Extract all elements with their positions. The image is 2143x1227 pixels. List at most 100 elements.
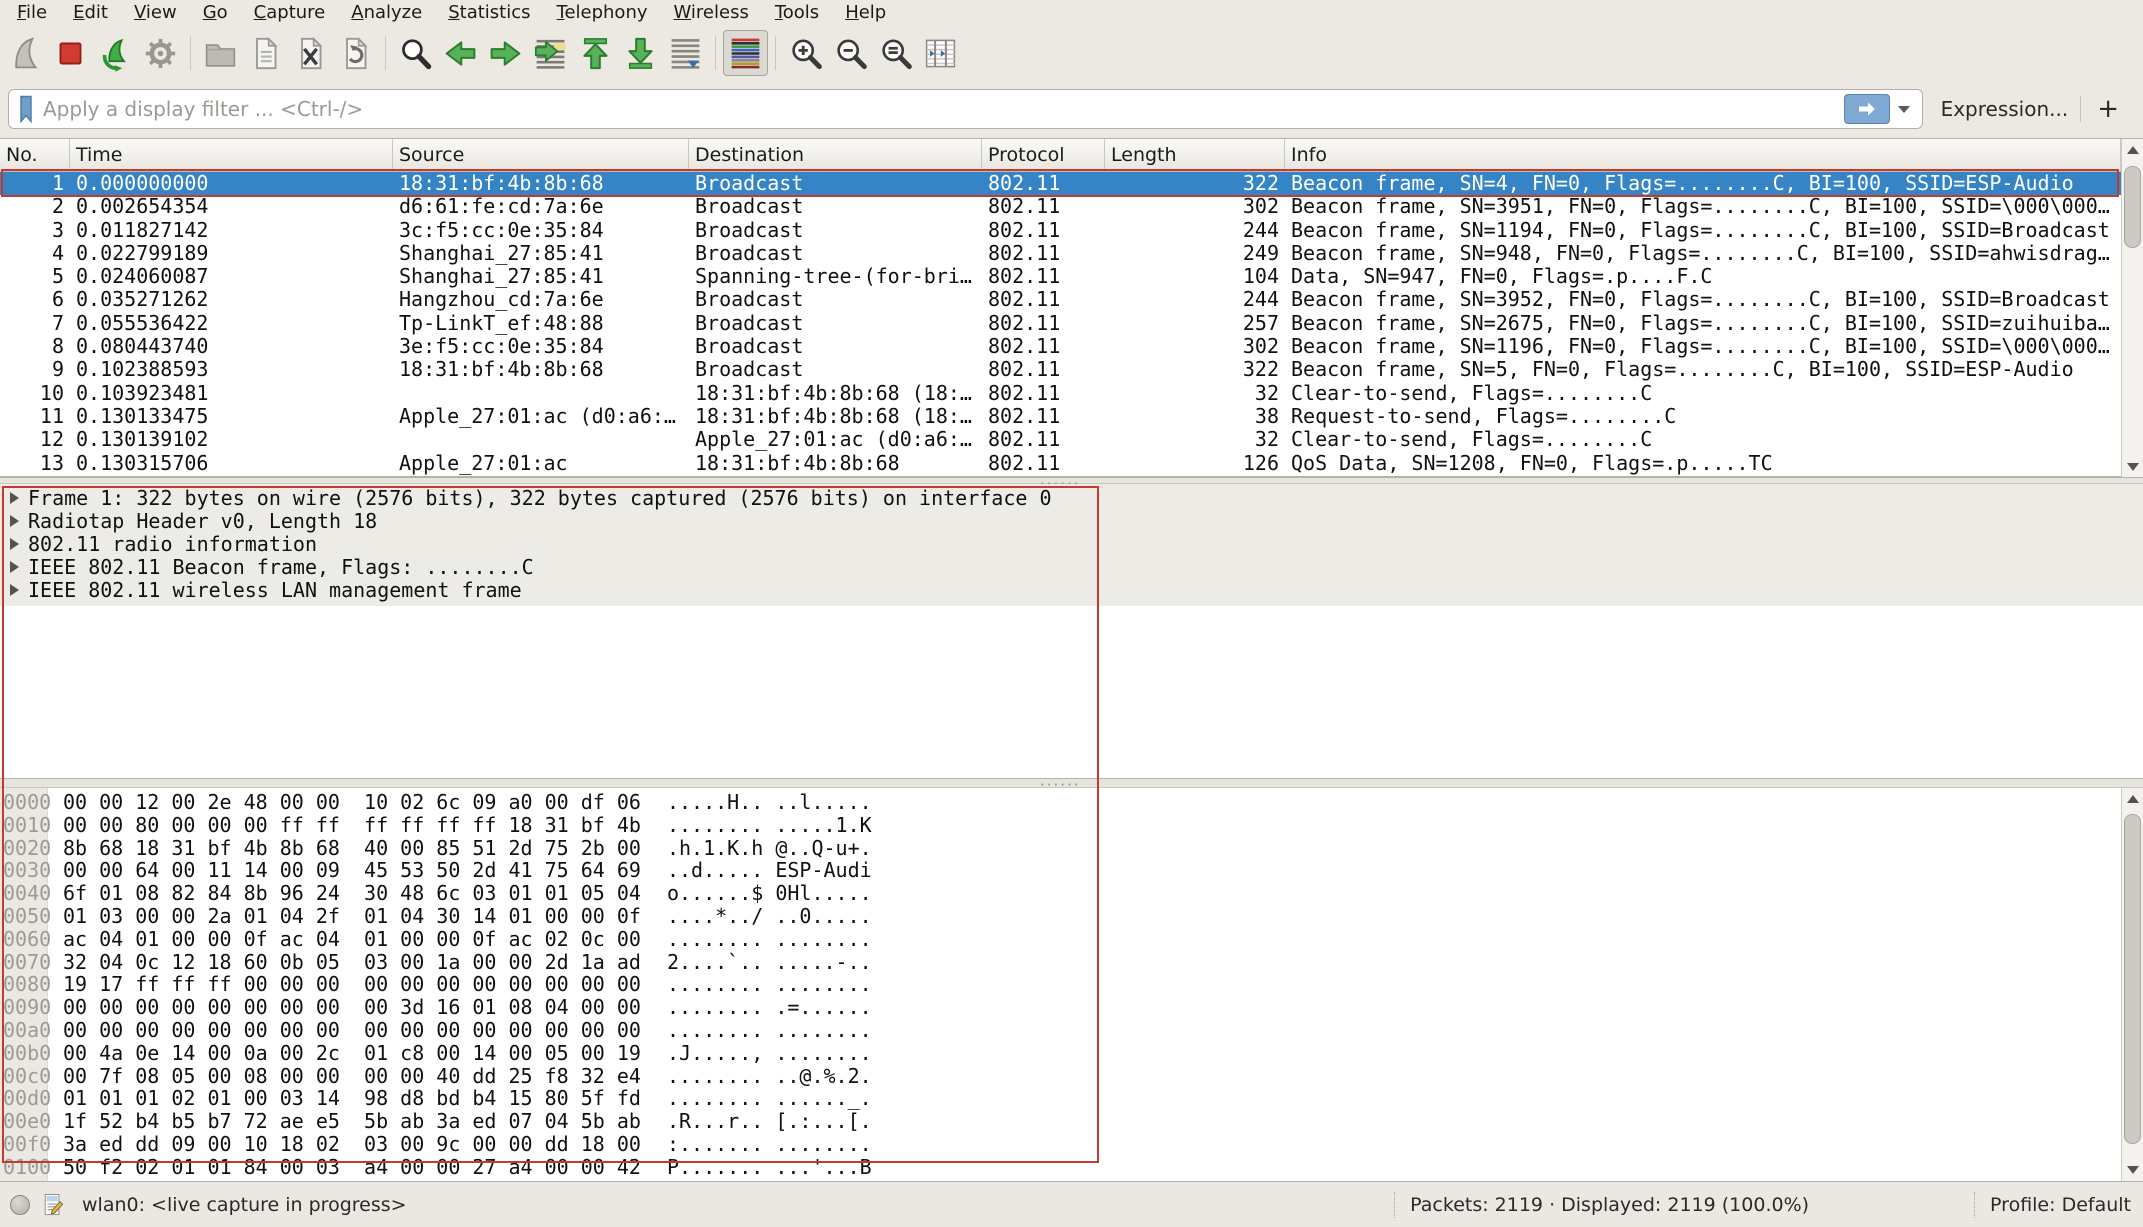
zoom-out-button[interactable]	[828, 30, 873, 76]
pane-splitter[interactable]: ······	[0, 778, 2143, 788]
go-first-packet-button[interactable]	[573, 30, 618, 76]
expander-arrow-icon[interactable]	[10, 584, 19, 596]
scrollbar-thumb[interactable]	[2124, 814, 2141, 1144]
hex-scrollbar[interactable]	[2121, 788, 2143, 1181]
menu-item[interactable]: Statistics	[435, 0, 543, 26]
find-packet-button[interactable]	[393, 30, 438, 76]
detail-row[interactable]: Radiotap Header v0, Length 18	[0, 509, 2143, 532]
add-filter-button[interactable]: +	[2081, 96, 2135, 122]
column-header-source[interactable]: Source	[393, 139, 689, 171]
menu-item[interactable]: Telephony	[544, 0, 661, 26]
detail-row[interactable]: Frame 1: 322 bytes on wire (2576 bits), …	[0, 486, 2143, 509]
menu-item[interactable]: Edit	[60, 0, 121, 26]
column-header-protocol[interactable]: Protocol	[982, 139, 1105, 171]
reload-file-button[interactable]	[333, 30, 378, 76]
detail-row[interactable]: IEEE 802.11 Beacon frame, Flags: .......…	[0, 556, 2143, 579]
menu-item[interactable]: Go	[190, 0, 241, 26]
packet-list-scrollbar[interactable]	[2121, 139, 2143, 478]
colorize-packets-button[interactable]	[723, 30, 768, 76]
go-last-packet-button[interactable]	[618, 30, 663, 76]
menu-item[interactable]: Analyze	[338, 0, 435, 26]
packet-row[interactable]: 5 0.024060087 Shanghai_27:85:41 Spanning…	[0, 265, 2121, 288]
scrollbar-thumb[interactable]	[2124, 166, 2141, 248]
go-to-packet-button[interactable]	[528, 30, 573, 76]
hex-row[interactable]: 00c0 00 7f 08 05 00 08 00 00 00 00 40 dd…	[0, 1065, 2143, 1088]
menu-item[interactable]: Capture	[241, 0, 339, 26]
resize-columns-button[interactable]	[918, 30, 963, 76]
go-back-button[interactable]	[438, 30, 483, 76]
menu-item[interactable]: Tools	[762, 0, 832, 26]
menu-item[interactable]: Wireless	[661, 0, 762, 26]
packet-row[interactable]: 8 0.080443740 3e:f5:cc:0e:35:84 Broadcas…	[0, 335, 2121, 358]
expander-arrow-icon[interactable]	[10, 561, 19, 573]
hex-row[interactable]: 0060 ac 04 01 00 00 0f ac 04 01 00 00 0f…	[0, 928, 2143, 951]
hex-row[interactable]: 00a0 00 00 00 00 00 00 00 00 00 00 00 00…	[0, 1019, 2143, 1042]
column-header-info[interactable]: Info	[1285, 139, 2121, 171]
expert-info-button[interactable]	[10, 1195, 30, 1215]
hex-row[interactable]: 00d0 01 01 01 02 01 00 03 14 98 d8 bd b4…	[0, 1087, 2143, 1110]
expander-arrow-icon[interactable]	[10, 515, 19, 527]
apply-filter-button[interactable]	[1844, 94, 1890, 124]
packet-row[interactable]: 1 0.000000000 18:31:bf:4b:8b:68 Broadcas…	[0, 172, 2121, 195]
hex-row[interactable]: 0030 00 00 64 00 11 14 00 09 45 53 50 2d…	[0, 859, 2143, 882]
display-filter-field[interactable]	[8, 89, 1923, 129]
pane-splitter[interactable]: ······	[0, 477, 2143, 484]
stop-capture-button[interactable]	[48, 30, 93, 76]
menu-item[interactable]: File	[4, 0, 60, 26]
hex-row[interactable]: 00e0 1f 52 b4 b5 b7 72 ae e5 5b ab 3a ed…	[0, 1110, 2143, 1133]
hex-row[interactable]: 0090 00 00 00 00 00 00 00 00 00 3d 16 01…	[0, 996, 2143, 1019]
expander-arrow-icon[interactable]	[10, 538, 19, 550]
hex-row[interactable]: 0100 50 f2 02 01 01 84 00 03 a4 00 00 27…	[0, 1156, 2143, 1179]
expander-arrow-icon[interactable]	[10, 492, 19, 504]
scroll-up-button[interactable]	[2122, 788, 2143, 810]
display-filter-input[interactable]	[35, 97, 1844, 121]
scroll-down-button[interactable]	[2122, 456, 2143, 478]
menu-bar: File Edit View Go Capture Analyze Statis…	[0, 0, 2143, 26]
go-forward-button[interactable]	[483, 30, 528, 76]
packet-destination: Broadcast	[689, 358, 982, 381]
column-header-length[interactable]: Length	[1105, 139, 1285, 171]
hex-row[interactable]: 0000 00 00 12 00 2e 48 00 00 10 02 6c 09…	[0, 791, 2143, 814]
restart-capture-button[interactable]	[93, 30, 138, 76]
packet-row[interactable]: 10 0.103923481 18:31:bf:4b:8b:68 (18:… 8…	[0, 382, 2121, 405]
hex-row[interactable]: 0070 32 04 0c 12 18 60 0b 05 03 00 1a 00…	[0, 951, 2143, 974]
hex-row[interactable]: 0050 01 03 00 00 2a 01 04 2f 01 04 30 14…	[0, 905, 2143, 928]
hex-row[interactable]: 0040 6f 01 08 82 84 8b 96 24 30 48 6c 03…	[0, 882, 2143, 905]
start-capture-button[interactable]	[3, 30, 48, 76]
hex-row[interactable]: 0010 00 00 80 00 00 00 ff ff ff ff ff ff…	[0, 814, 2143, 837]
open-file-button[interactable]	[198, 30, 243, 76]
hex-row[interactable]: 0080 19 17 ff ff ff 00 00 00 00 00 00 00…	[0, 973, 2143, 996]
capture-options-button[interactable]	[138, 30, 183, 76]
detail-row[interactable]: 802.11 radio information	[0, 532, 2143, 555]
menu-item[interactable]: View	[121, 0, 190, 26]
packet-row[interactable]: 9 0.102388593 18:31:bf:4b:8b:68 Broadcas…	[0, 358, 2121, 381]
packet-row[interactable]: 12 0.130139102 Apple_27:01:ac (d0:a6:… 8…	[0, 428, 2121, 451]
hex-row[interactable]: 0020 8b 68 18 31 bf 4b 8b 68 40 00 85 51…	[0, 837, 2143, 860]
packet-row[interactable]: 3 0.011827142 3c:f5:cc:0e:35:84 Broadcas…	[0, 219, 2121, 242]
save-file-button[interactable]	[243, 30, 288, 76]
detail-row[interactable]: IEEE 802.11 wireless LAN management fram…	[0, 579, 2143, 602]
bookmark-icon[interactable]	[17, 94, 35, 124]
packet-row[interactable]: 7 0.055536422 Tp-LinkT_ef:48:88 Broadcas…	[0, 312, 2121, 335]
column-header-destination[interactable]: Destination	[689, 139, 982, 171]
zoom-in-button[interactable]	[783, 30, 828, 76]
packet-row[interactable]: 4 0.022799189 Shanghai_27:85:41 Broadcas…	[0, 242, 2121, 265]
expression-button[interactable]: Expression...	[1923, 97, 2081, 121]
packet-row[interactable]: 2 0.002654354 d6:61:fe:cd:7a:6e Broadcas…	[0, 195, 2121, 218]
scroll-down-button[interactable]	[2122, 1159, 2143, 1181]
scroll-up-button[interactable]	[2122, 139, 2143, 161]
packet-row[interactable]: 6 0.035271262 Hangzhou_cd:7a:6e Broadcas…	[0, 288, 2121, 311]
zoom-reset-button[interactable]	[873, 30, 918, 76]
column-header-no[interactable]: No.	[0, 139, 70, 171]
packet-row[interactable]: 11 0.130133475 Apple_27:01:ac (d0:a6:… 1…	[0, 405, 2121, 428]
hex-row[interactable]: 00b0 00 4a 0e 14 00 0a 00 2c 01 c8 00 14…	[0, 1042, 2143, 1065]
hex-row[interactable]: 00f0 3a ed dd 09 00 10 18 02 03 00 9c 00…	[0, 1133, 2143, 1156]
capture-comment-button[interactable]	[42, 1192, 64, 1218]
auto-scroll-button[interactable]	[663, 30, 708, 76]
packet-row[interactable]: 13 0.130315706 Apple_27:01:ac 18:31:bf:4…	[0, 452, 2121, 475]
menu-item[interactable]: Help	[832, 0, 899, 26]
column-header-time[interactable]: Time	[70, 139, 393, 171]
close-file-button[interactable]	[288, 30, 333, 76]
profile-button[interactable]: Profile: Default	[1990, 1194, 2143, 1216]
filter-dropdown-button[interactable]	[1890, 94, 1918, 124]
